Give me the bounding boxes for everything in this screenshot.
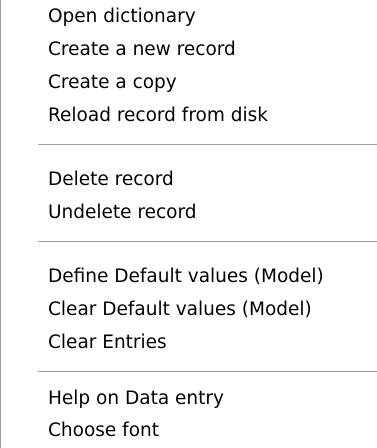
menu-item-help-data-entry[interactable]: Help on Data entry (1, 382, 377, 416)
menu-item-reload-record[interactable]: Reload record from disk (1, 99, 377, 133)
menu-separator (38, 144, 377, 146)
context-menu: Open dictionary Create a new record Crea… (0, 0, 377, 448)
menu-item-open-dictionary[interactable]: Open dictionary (1, 0, 377, 34)
menu-item-choose-font[interactable]: Choose font (1, 414, 377, 448)
menu-item-clear-default-values[interactable]: Clear Default values (Model) (1, 293, 377, 327)
menu-item-create-copy[interactable]: Create a copy (1, 66, 377, 100)
menu-item-delete-record[interactable]: Delete record (1, 163, 377, 197)
menu-item-create-new-record[interactable]: Create a new record (1, 33, 377, 67)
menu-separator (38, 241, 377, 243)
menu-item-clear-entries[interactable]: Clear Entries (1, 326, 377, 360)
menu-separator (38, 371, 377, 373)
menu-item-undelete-record[interactable]: Undelete record (1, 196, 377, 230)
menu-item-define-default-values[interactable]: Define Default values (Model) (1, 260, 377, 294)
